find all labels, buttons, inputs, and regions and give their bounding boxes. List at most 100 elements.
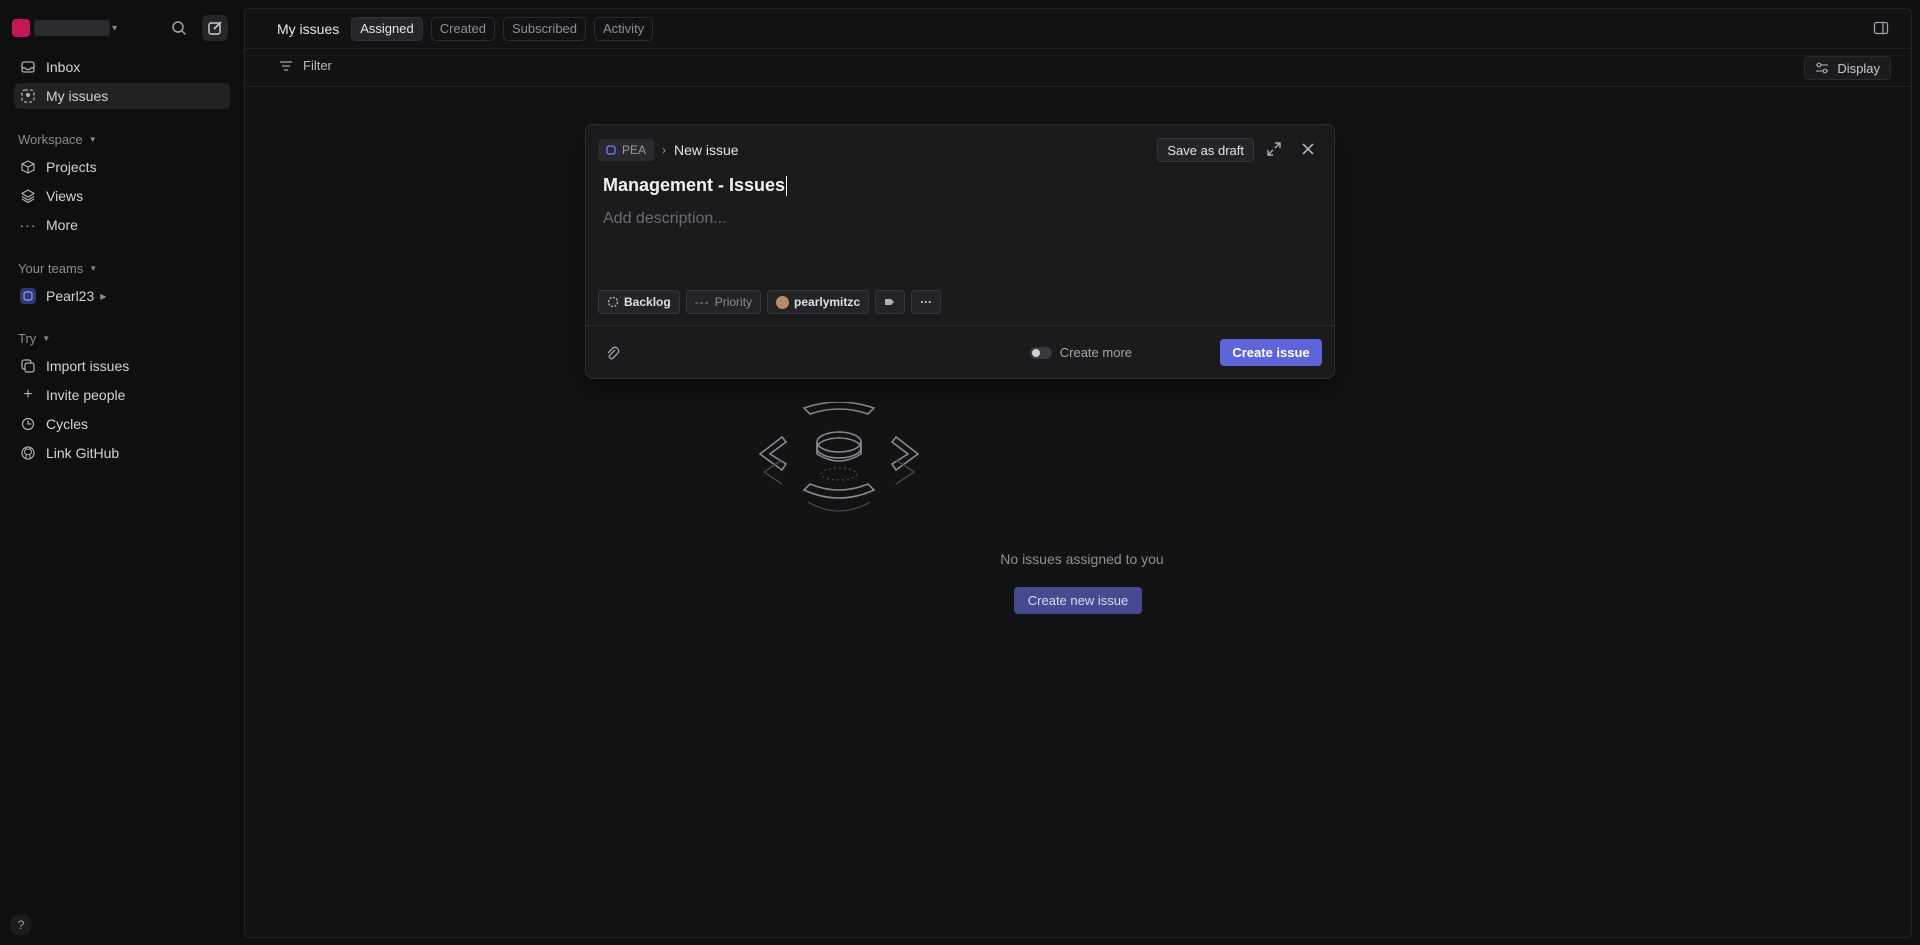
tab-assigned[interactable]: Assigned — [351, 16, 423, 41]
sidebar-item-inbox[interactable]: Inbox — [14, 54, 230, 80]
search-button[interactable] — [166, 15, 192, 41]
display-label: Display — [1837, 60, 1880, 76]
sidebar-item-projects[interactable]: Projects — [14, 154, 230, 180]
section-label: Workspace — [18, 132, 83, 147]
caret-down-icon: ▼ — [88, 135, 97, 144]
close-icon — [1302, 143, 1314, 155]
sliders-icon — [1816, 62, 1829, 74]
my-issues-icon — [20, 88, 36, 104]
create-more-label: Create more — [1059, 345, 1132, 360]
filter-label: Filter — [303, 58, 332, 73]
sidebar-item-label: My issues — [46, 88, 109, 104]
empty-state-illustration — [758, 402, 920, 512]
plus-icon: + — [23, 386, 33, 403]
teams-section-toggle[interactable]: Your teams ▼ — [18, 261, 97, 276]
sidebar-item-import-issues[interactable]: Import issues — [14, 353, 230, 379]
priority-selector[interactable]: --- Priority — [685, 290, 762, 314]
display-button[interactable]: Display — [1804, 56, 1891, 80]
paperclip-icon — [607, 346, 620, 360]
sidebar-item-label: Views — [46, 188, 84, 204]
create-issue-button[interactable]: Create issue — [1220, 339, 1322, 366]
sidebar: ▾ Inbox My issues Workspace ▼ Projects V… — [0, 0, 244, 945]
more-properties-button[interactable]: ··· — [911, 290, 942, 314]
issue-title-value: Management - Issues — [603, 175, 786, 195]
tab-activity[interactable]: Activity — [594, 16, 654, 41]
breadcrumb-current: New issue — [674, 142, 739, 158]
caret-down-icon: ▼ — [42, 334, 51, 343]
section-label: Your teams — [18, 261, 84, 276]
cube-icon — [20, 159, 36, 175]
label-selector[interactable] — [875, 290, 906, 314]
sidebar-item-views[interactable]: Views — [14, 183, 230, 209]
more-icon: ··· — [920, 295, 933, 309]
toggle-switch[interactable] — [1029, 346, 1052, 359]
sidebar-item-invite-people[interactable]: + Invite people — [14, 382, 230, 408]
help-icon: ? — [17, 918, 25, 932]
sidebar-item-more[interactable]: ··· More — [14, 212, 230, 238]
caret-right-icon: ▶ — [100, 291, 107, 301]
empty-state-message: No issues assigned to you — [1000, 551, 1164, 567]
workspace-logo — [12, 19, 30, 37]
breadcrumb: PEA › New issue — [598, 139, 739, 161]
filter-icon — [280, 60, 292, 71]
sidebar-item-label: Inbox — [46, 59, 81, 75]
attach-file-button[interactable] — [604, 345, 620, 361]
sidebar-item-label: Cycles — [46, 416, 89, 432]
caret-down-icon: ▼ — [89, 264, 98, 273]
assignee-label: pearlymitzc — [794, 295, 861, 309]
search-icon — [172, 21, 187, 36]
modal-footer: Create more Create issue — [586, 325, 1334, 380]
sidebar-item-cycles[interactable]: Cycles — [14, 411, 230, 437]
sidebar-item-label: Link GitHub — [46, 445, 120, 461]
priority-label: Priority — [714, 295, 753, 309]
main-header: My issues Assigned Created Subscribed Ac… — [245, 9, 1911, 49]
new-issue-button[interactable] — [202, 15, 228, 41]
team-selector[interactable]: PEA — [598, 139, 655, 161]
assignee-selector[interactable]: pearlymitzc — [767, 290, 870, 314]
sidebar-item-link-github[interactable]: Link GitHub — [14, 440, 230, 466]
filter-button[interactable]: Filter — [279, 58, 332, 73]
create-more-toggle[interactable]: Create more — [1029, 345, 1132, 360]
sidebar-item-label: Invite people — [46, 387, 126, 403]
section-label: Try — [18, 331, 37, 346]
workspace-name-redacted — [34, 20, 110, 36]
close-modal-button[interactable] — [1300, 141, 1318, 159]
sidebar-item-team-pearl23[interactable]: Pearl23 ▶ — [14, 283, 230, 309]
sidebar-item-label: Import issues — [46, 358, 130, 374]
sidebar-item-label: More — [46, 217, 78, 233]
new-issue-modal: PEA › New issue Save as draft Management… — [585, 124, 1335, 379]
page-title: My issues — [277, 20, 340, 37]
workspace-switcher[interactable]: ▾ — [10, 14, 230, 42]
sidebar-item-label: Projects — [46, 159, 97, 175]
save-as-draft-button[interactable]: Save as draft — [1157, 138, 1254, 162]
status-label: Backlog — [624, 295, 671, 309]
layers-icon — [20, 188, 36, 204]
cycles-icon — [20, 416, 36, 432]
expand-modal-button[interactable] — [1266, 141, 1284, 159]
github-icon — [20, 445, 36, 461]
tag-icon — [885, 299, 895, 305]
issue-title-input[interactable]: Management - Issues — [603, 175, 788, 196]
create-new-issue-button[interactable]: Create new issue — [1014, 587, 1142, 614]
status-selector[interactable]: Backlog — [598, 290, 680, 314]
avatar — [776, 295, 790, 309]
try-section-toggle[interactable]: Try ▼ — [18, 331, 50, 346]
workspace-section-toggle[interactable]: Workspace ▼ — [18, 132, 97, 147]
more-icon: ··· — [19, 217, 37, 233]
sidebar-panel-icon — [1873, 21, 1889, 35]
no-priority-icon: --- — [694, 295, 710, 309]
tab-created[interactable]: Created — [430, 16, 495, 41]
tab-subscribed[interactable]: Subscribed — [502, 16, 587, 41]
filter-bar: Filter Display — [245, 49, 1911, 87]
issue-description-input[interactable]: Add description... — [603, 210, 727, 228]
chevron-down-icon: ▾ — [112, 22, 118, 34]
toggle-details-panel-button[interactable] — [1873, 20, 1891, 38]
compose-icon — [208, 21, 222, 35]
backlog-status-icon — [607, 296, 619, 308]
team-key: PEA — [622, 143, 647, 157]
sidebar-item-my-issues[interactable]: My issues — [14, 83, 230, 109]
inbox-icon — [20, 59, 36, 75]
sidebar-item-label: Pearl23 — [46, 288, 95, 304]
help-button[interactable]: ? — [10, 914, 32, 936]
team-icon — [20, 288, 36, 304]
